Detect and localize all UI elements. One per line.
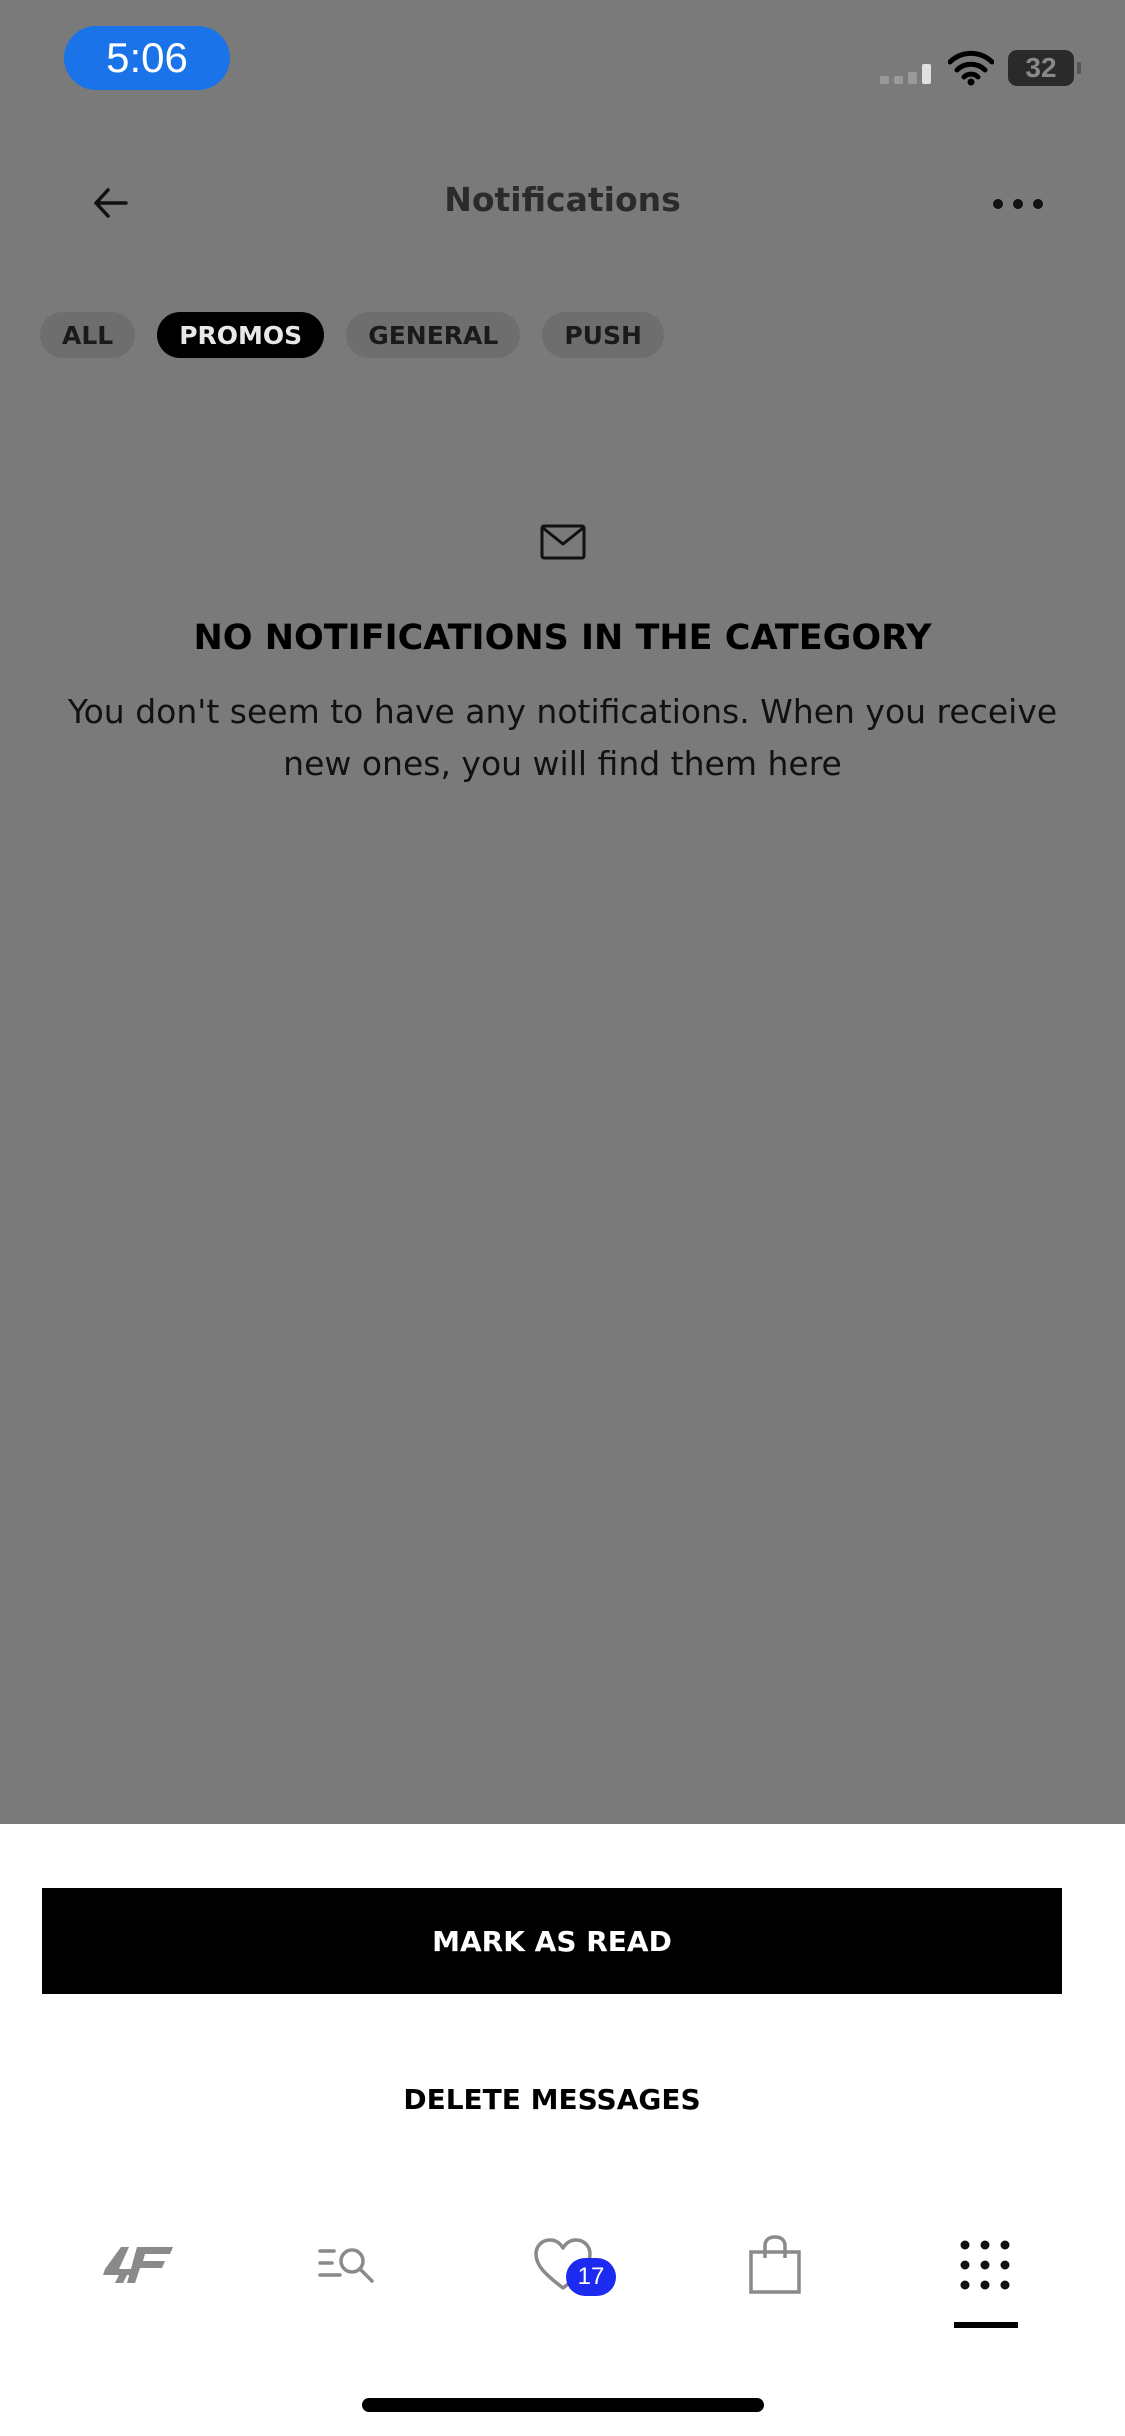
nav-search[interactable] <box>302 2230 392 2300</box>
tab-push[interactable]: PUSH <box>542 312 664 358</box>
home-indicator[interactable] <box>362 2398 764 2412</box>
nav-cart[interactable] <box>730 2230 820 2300</box>
active-tab-indicator <box>954 2322 1018 2328</box>
more-dots-icon[interactable] <box>990 192 1046 216</box>
signal-icon <box>880 64 931 84</box>
header: Notifications <box>0 140 1125 270</box>
page-title: Notifications <box>444 180 681 219</box>
tab-all[interactable]: ALL <box>40 312 136 358</box>
wifi-icon <box>948 50 994 86</box>
grid-menu-icon <box>960 2240 1010 2290</box>
empty-state-title: NO NOTIFICATIONS IN THE CATEGORY <box>193 618 932 658</box>
status-bar: 5:06 32 <box>0 0 1125 120</box>
mark-as-read-button[interactable]: MARK AS READ <box>42 1888 1062 1994</box>
search-list-icon <box>318 2248 374 2283</box>
logo-4f-icon <box>103 2247 173 2283</box>
nav-home[interactable] <box>94 2230 184 2300</box>
status-time: 5:06 <box>64 26 230 90</box>
wishlist-count-badge: 17 <box>566 2258 616 2296</box>
tab-promos[interactable]: PROMOS <box>157 312 325 358</box>
category-tabs: ALL PROMOS GENERAL PUSH <box>40 312 664 358</box>
mail-icon <box>540 524 586 560</box>
shopping-bag-icon <box>749 2235 801 2294</box>
empty-state-text: You don't seem to have any notifications… <box>67 692 1058 783</box>
delete-messages-button[interactable]: DELETE MESSAGES <box>42 2064 1062 2134</box>
nav-menu[interactable] <box>940 2230 1030 2300</box>
battery-icon: 32 <box>1008 50 1081 86</box>
tab-general[interactable]: GENERAL <box>346 312 521 358</box>
action-sheet: MARK AS READ DELETE MESSAGES <box>0 1824 1125 2436</box>
